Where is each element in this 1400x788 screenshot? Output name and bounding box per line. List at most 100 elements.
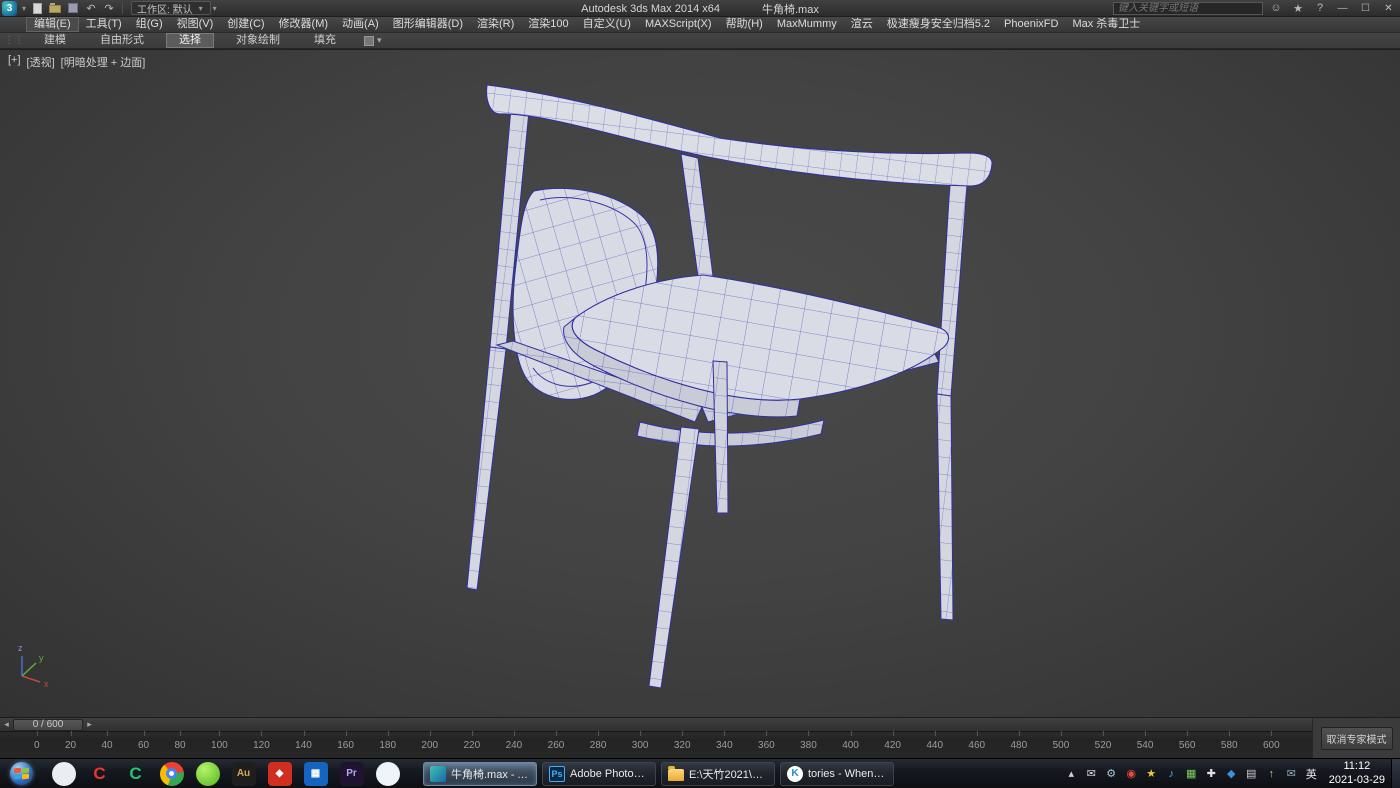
menu-item[interactable]: 帮助(H) bbox=[719, 17, 770, 32]
timeline-tick[interactable]: 580 bbox=[1221, 740, 1238, 751]
viewport-canvas[interactable]: x y z bbox=[0, 50, 1400, 717]
ribbon-tab[interactable]: 自由形式 bbox=[88, 33, 156, 48]
menu-item[interactable]: MAXScript(X) bbox=[638, 17, 719, 32]
close-button[interactable]: ✕ bbox=[1379, 1, 1398, 15]
ribbon-tab[interactable]: 对象绘制 bbox=[224, 33, 292, 48]
timeline-tick[interactable]: 400 bbox=[842, 740, 859, 751]
time-slider-track[interactable] bbox=[96, 718, 1312, 731]
timeline-tick[interactable]: 200 bbox=[421, 740, 438, 751]
menu-item[interactable]: 动画(A) bbox=[335, 17, 386, 32]
menu-item[interactable]: 渲染100 bbox=[521, 17, 575, 32]
tray-icon[interactable]: ✚ bbox=[1204, 767, 1219, 780]
menu-item[interactable]: 修改器(M) bbox=[272, 17, 336, 32]
clock[interactable]: 11:12 2021-03-29 bbox=[1329, 760, 1385, 788]
timeline-tick[interactable]: 300 bbox=[632, 740, 649, 751]
undo-icon[interactable]: ↶ bbox=[82, 1, 100, 16]
ribbon-tab[interactable]: 填充 bbox=[302, 33, 348, 48]
timeline-tick[interactable]: 540 bbox=[1137, 740, 1154, 751]
timeline-tick[interactable]: 360 bbox=[758, 740, 775, 751]
timeline-tick[interactable]: 180 bbox=[379, 740, 396, 751]
app-logo-icon[interactable]: 3 bbox=[2, 1, 17, 16]
tray-icon[interactable]: ↑ bbox=[1264, 768, 1279, 780]
timeline-tick[interactable]: 600 bbox=[1263, 740, 1280, 751]
ribbon-grip-icon[interactable]: ⋮⋮ bbox=[0, 35, 32, 46]
menu-item[interactable]: 渲云 bbox=[844, 17, 880, 32]
timeline-tick[interactable]: 460 bbox=[968, 740, 985, 751]
timeline-tick[interactable]: 440 bbox=[926, 740, 943, 751]
start-button[interactable] bbox=[0, 759, 42, 788]
viewport-menu-shading[interactable]: [明暗处理 + 边面] bbox=[61, 54, 146, 70]
menu-item[interactable]: 自定义(U) bbox=[576, 17, 638, 32]
taskbar-window-button[interactable]: Ps Adobe Photosh... bbox=[542, 762, 656, 786]
timeline-tick[interactable]: 120 bbox=[253, 740, 270, 751]
show-desktop-button[interactable] bbox=[1391, 759, 1400, 788]
perspective-viewport[interactable]: [+] [透视] [明暗处理 + 边面] bbox=[0, 49, 1400, 717]
menu-item[interactable]: 组(G) bbox=[129, 17, 170, 32]
timeline-tick[interactable]: 560 bbox=[1179, 740, 1196, 751]
minimize-button[interactable]: — bbox=[1333, 1, 1352, 15]
menu-item[interactable]: 极速瘦身安全归档5.2 bbox=[880, 17, 997, 32]
timeline-tick[interactable]: 140 bbox=[295, 740, 312, 751]
tray-icon[interactable]: ▤ bbox=[1244, 767, 1259, 780]
redo-icon[interactable]: ↷ bbox=[100, 1, 118, 16]
app-green-ball-icon[interactable] bbox=[194, 760, 221, 788]
timeline-tick[interactable]: 260 bbox=[548, 740, 565, 751]
ribbon-tab[interactable]: 建模 bbox=[32, 33, 78, 48]
tray-icon[interactable]: ◆ bbox=[1224, 767, 1239, 780]
timeline-tick[interactable]: 500 bbox=[1053, 740, 1070, 751]
tray-icon[interactable]: ◉ bbox=[1124, 767, 1139, 780]
tray-icon[interactable]: ⚙ bbox=[1104, 767, 1119, 780]
tray-icon[interactable]: ♪ bbox=[1164, 768, 1179, 780]
favorites-star-icon[interactable]: ★ bbox=[1289, 1, 1307, 16]
timeline-tick[interactable]: 340 bbox=[716, 740, 733, 751]
toolbar-overflow-caret-icon[interactable]: ▾ bbox=[211, 4, 219, 13]
menu-item[interactable]: MaxMummy bbox=[770, 17, 844, 32]
sign-in-icon[interactable]: ☺ bbox=[1267, 1, 1285, 16]
next-frame-icon[interactable]: ▸ bbox=[83, 719, 96, 730]
search-input[interactable] bbox=[1113, 2, 1263, 15]
timeline-tick[interactable]: 520 bbox=[1095, 740, 1112, 751]
timeline-tick[interactable]: 60 bbox=[138, 740, 149, 751]
premiere-icon[interactable]: Pr bbox=[338, 760, 365, 788]
app-blue-circle-icon[interactable] bbox=[374, 760, 401, 788]
ribbon-tab[interactable]: 选择 bbox=[166, 33, 214, 48]
timeline-tick[interactable]: 380 bbox=[800, 740, 817, 751]
taskbar-window-button[interactable]: E:\天竹2021\牛... bbox=[661, 762, 775, 786]
maximize-button[interactable]: ☐ bbox=[1356, 1, 1375, 15]
timeline-tick[interactable]: 240 bbox=[506, 740, 523, 751]
time-slider-handle[interactable]: 0 / 600 bbox=[13, 719, 83, 731]
tray-icon[interactable]: 英 bbox=[1304, 766, 1319, 782]
timeline-tick[interactable]: 160 bbox=[337, 740, 354, 751]
viewport-menu-general[interactable]: [+] bbox=[8, 54, 21, 70]
time-slider[interactable]: ◂ 0 / 600 ▸ bbox=[0, 717, 1312, 731]
chair-model[interactable] bbox=[467, 85, 992, 688]
track-bar[interactable]: 0 20 40 60 80 100 120 140 160 180 200 22… bbox=[0, 731, 1312, 758]
menu-item[interactable]: 渲染(R) bbox=[470, 17, 521, 32]
menu-item[interactable]: Max 杀毒卫士 bbox=[1065, 17, 1147, 32]
app-blue-tiles-icon[interactable]: ▦ bbox=[302, 760, 329, 788]
app-white-circle-icon[interactable] bbox=[50, 760, 77, 788]
prev-frame-icon[interactable]: ◂ bbox=[0, 719, 13, 730]
menu-item[interactable]: 视图(V) bbox=[170, 17, 221, 32]
menu-item[interactable]: 创建(C) bbox=[220, 17, 271, 32]
app-red-square-icon[interactable]: ◆ bbox=[266, 760, 293, 788]
workspace-dropdown[interactable]: 工作区: 默认 ▾ bbox=[131, 1, 211, 15]
help-icon[interactable]: ? bbox=[1311, 1, 1329, 16]
timeline-tick[interactable]: 420 bbox=[884, 740, 901, 751]
tray-icon[interactable]: ▴ bbox=[1064, 767, 1079, 780]
tray-icon[interactable]: ★ bbox=[1144, 767, 1159, 780]
tray-icon[interactable]: ▦ bbox=[1184, 767, 1199, 780]
app-green-c-icon[interactable]: C bbox=[122, 760, 149, 788]
tray-icon[interactable]: ✉ bbox=[1284, 767, 1299, 780]
menu-item[interactable]: 工具(T) bbox=[79, 17, 129, 32]
timeline-tick[interactable]: 20 bbox=[65, 740, 76, 751]
taskbar-window-button[interactable]: K tories - When Y... bbox=[780, 762, 894, 786]
chrome-icon[interactable] bbox=[158, 760, 185, 788]
timeline-tick[interactable]: 480 bbox=[1011, 740, 1028, 751]
timeline-tick[interactable]: 40 bbox=[101, 740, 112, 751]
menu-item[interactable]: 编辑(E) bbox=[26, 17, 79, 32]
open-file-icon[interactable] bbox=[46, 1, 64, 16]
new-file-icon[interactable] bbox=[28, 1, 46, 16]
tray-icon[interactable]: ✉ bbox=[1084, 767, 1099, 780]
timeline-tick[interactable]: 320 bbox=[674, 740, 691, 751]
